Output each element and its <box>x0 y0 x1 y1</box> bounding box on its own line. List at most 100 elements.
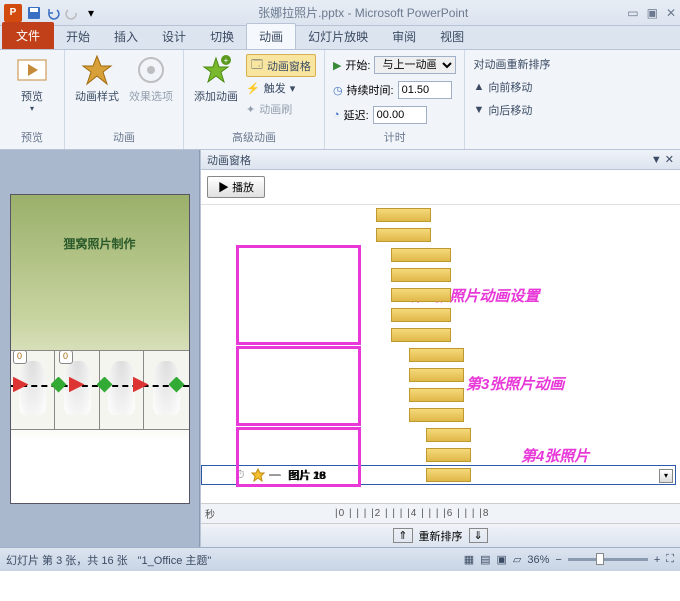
group-label-timing: 计时 <box>384 129 406 145</box>
play-icon: ▶ <box>333 59 341 72</box>
photo-thumb <box>143 350 190 430</box>
preview-button[interactable]: 预览▾ <box>8 54 56 113</box>
slide-canvas[interactable]: 狸窝照片制作 0 0 <box>0 150 200 547</box>
down-arrow-icon: ▼ <box>473 104 484 116</box>
ribbon-group-advanced: + 添加动画 🗔动画窗格 ⚡触发 ▾ ✦动画刷 高级动画 <box>184 50 325 149</box>
redo-icon[interactable] <box>64 5 80 21</box>
timeline-bar[interactable] <box>376 228 431 242</box>
tab-home[interactable]: 开始 <box>54 24 102 49</box>
slide-counter: 幻灯片 第 3 张，共 16 张 <box>6 552 128 568</box>
tab-file[interactable]: 文件 <box>2 22 54 49</box>
play-button[interactable]: ▶ 播放 <box>207 176 265 198</box>
maximize-icon[interactable]: ▣ <box>647 6 658 20</box>
reorder-down-icon[interactable]: ⇓ <box>469 528 488 543</box>
timeline-bar[interactable] <box>409 368 464 382</box>
tab-transitions[interactable]: 切换 <box>198 24 246 49</box>
window-title: 张娜拉照片.pptx - Microsoft PowerPoint <box>99 4 627 21</box>
timeline-bar[interactable] <box>426 428 471 442</box>
close-icon[interactable]: ✕ <box>666 6 676 20</box>
anim-order-badge: 0 <box>59 350 73 364</box>
anim-order-badge: 0 <box>13 350 27 364</box>
preview-icon <box>16 54 48 86</box>
animation-painter-button[interactable]: ✦动画刷 <box>246 99 316 119</box>
animation-styles-button[interactable]: 动画样式 <box>73 54 121 104</box>
tab-design[interactable]: 设计 <box>150 24 198 49</box>
up-arrow-icon: ▲ <box>473 81 484 93</box>
effect-options-button[interactable]: 效果选项 <box>127 54 175 104</box>
zoom-out-icon[interactable]: − <box>555 554 561 566</box>
slide-title-text: 狸窝照片制作 <box>11 235 189 252</box>
save-icon[interactable] <box>26 5 42 21</box>
titlebar: P ▾ 张娜拉照片.pptx - Microsoft PowerPoint ▭ … <box>0 0 680 26</box>
undo-icon[interactable] <box>45 5 61 21</box>
ribbon: 预览▾ 预览 动画样式 效果选项 动画 + 添加动画 🗔动画窗格 ⚡触发 ▾ <box>0 50 680 150</box>
timeline-bar[interactable] <box>391 288 451 302</box>
reorder-up-icon[interactable]: ⇑ <box>393 528 412 543</box>
reorder-label: 重新排序 <box>419 528 463 544</box>
ribbon-group-timing: ▶开始:与上一动画... ◷持续时间: ◔延迟: 计时 <box>325 50 466 149</box>
timeline-bar[interactable] <box>391 308 451 322</box>
annotation-box <box>236 346 361 426</box>
start-select[interactable]: 与上一动画... <box>374 56 456 74</box>
add-animation-button[interactable]: + 添加动画 <box>192 54 240 104</box>
zoom-value[interactable]: 36% <box>527 554 549 566</box>
fit-window-icon[interactable]: ⛶ <box>666 553 674 566</box>
ribbon-tabs: 文件 开始 插入 设计 切换 动画 幻灯片放映 审阅 视图 <box>0 26 680 50</box>
timeline-bar[interactable] <box>426 468 471 482</box>
pane-reorder-bar: ⇑ 重新排序 ⇓ <box>201 523 680 547</box>
zoom-slider[interactable] <box>568 558 648 561</box>
tab-slideshow[interactable]: 幻灯片放映 <box>296 24 380 49</box>
view-sorter-icon[interactable]: ▤ <box>480 553 490 566</box>
annotation-text: 第3张照片动画 <box>466 373 564 394</box>
timeline-bar[interactable] <box>376 208 431 222</box>
timeline-bar[interactable] <box>426 448 471 462</box>
minimize-icon[interactable]: ▭ <box>627 6 638 20</box>
timeline-bar[interactable] <box>409 408 464 422</box>
seconds-label: 秒 <box>205 506 215 521</box>
timeline-bar[interactable] <box>391 328 451 342</box>
tab-view[interactable]: 视图 <box>428 24 476 49</box>
timeline-bar[interactable] <box>391 248 451 262</box>
pane-close-icon[interactable]: ▼ ✕ <box>651 153 674 166</box>
delay-input[interactable] <box>373 106 427 124</box>
duration-input[interactable] <box>398 81 452 99</box>
view-reading-icon[interactable]: ▣ <box>497 553 507 566</box>
zoom-thumb[interactable] <box>596 553 604 565</box>
move-earlier-button[interactable]: ▲向前移动 <box>473 77 550 97</box>
trigger-button[interactable]: ⚡触发 ▾ <box>246 78 316 98</box>
pane-title: 动画窗格 <box>207 152 251 168</box>
dash-icon: — <box>269 469 280 481</box>
move-later-button[interactable]: ▼向后移动 <box>473 100 550 120</box>
svg-text:+: + <box>224 56 229 65</box>
tab-animations[interactable]: 动画 <box>246 23 296 49</box>
animation-pane: 动画窗格 ▼ ✕ ▶ 播放 —图片 20—图片 19⏱—图片 19—图片 17—… <box>200 150 680 547</box>
zoom-in-icon[interactable]: + <box>654 554 660 566</box>
lightning-icon: ⚡ <box>246 82 260 95</box>
slide-preview: 狸窝照片制作 0 0 <box>10 194 190 504</box>
window-controls: ▭ ▣ ✕ <box>627 6 676 20</box>
animation-pane-button[interactable]: 🗔动画窗格 <box>246 54 316 77</box>
annotation-box <box>236 245 361 345</box>
timeline-bar[interactable] <box>409 348 464 362</box>
timeline-bar[interactable] <box>391 268 451 282</box>
reorder-title: 对动画重新排序 <box>473 54 550 74</box>
timeline-bar[interactable] <box>409 388 464 402</box>
pane-header: 动画窗格 ▼ ✕ <box>201 150 680 170</box>
add-animation-icon: + <box>200 54 232 86</box>
view-normal-icon[interactable]: ▦ <box>464 553 474 566</box>
content-area: 狸窝照片制作 0 0 动画窗格 ▼ ✕ ▶ 播放 —图片 <box>0 150 680 547</box>
view-slideshow-icon[interactable]: ▱ <box>513 553 521 566</box>
tab-review[interactable]: 审阅 <box>380 24 428 49</box>
animation-list[interactable]: —图片 20—图片 19⏱—图片 19—图片 17—图片 18—图片 21⏱—图… <box>201 205 680 503</box>
pane-timeline-ruler[interactable]: 秒 |0 | | | |2 | | | |4 | | | |6 | | | |8 <box>201 503 680 523</box>
qat-dropdown-icon[interactable]: ▾ <box>83 5 99 21</box>
ribbon-group-preview: 预览▾ 预览 <box>0 50 65 149</box>
group-label-advanced: 高级动画 <box>232 129 276 145</box>
app-icon: P <box>4 4 22 22</box>
start-label: 开始: <box>345 57 370 73</box>
theme-name: "1_Office 主题" <box>138 552 212 568</box>
delay-icon: ◔ <box>333 109 340 121</box>
ruler-ticks: |0 | | | |2 | | | |4 | | | |6 | | | |8 <box>335 508 489 519</box>
tab-insert[interactable]: 插入 <box>102 24 150 49</box>
duration-icon: ◷ <box>333 84 343 97</box>
